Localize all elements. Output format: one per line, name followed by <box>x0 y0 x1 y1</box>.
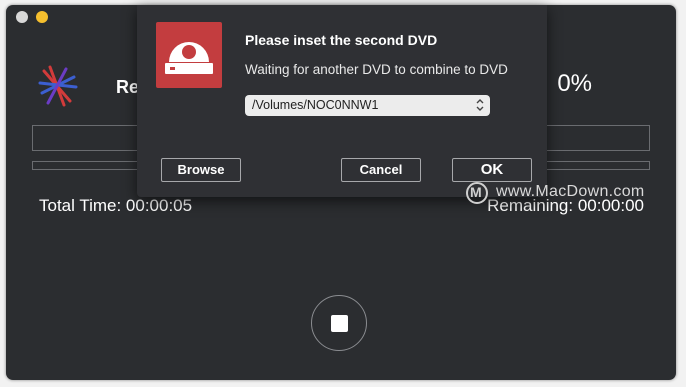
browse-button[interactable]: Browse <box>161 158 241 182</box>
progress-percent: 0% <box>557 70 592 97</box>
chevron-updown-icon <box>476 99 484 111</box>
dvd-drive-icon <box>156 22 222 88</box>
volume-select-value: /Volumes/NOC0NNW1 <box>252 98 379 112</box>
stop-button[interactable] <box>311 295 367 351</box>
dialog-title: Please inset the second DVD <box>245 32 438 48</box>
stop-icon <box>331 315 348 332</box>
status-label: Re <box>116 77 140 97</box>
watermark-logo-letter: M <box>470 184 482 200</box>
app-logo-icon <box>38 65 78 107</box>
insert-dvd-dialog: Please inset the second DVD Waiting for … <box>137 5 547 197</box>
ok-button[interactable]: OK <box>452 158 532 182</box>
cancel-button[interactable]: Cancel <box>341 158 421 182</box>
total-time: Total Time: 00:00:05 <box>39 196 193 215</box>
volume-select[interactable]: /Volumes/NOC0NNW1 <box>245 95 490 116</box>
close-window-button[interactable] <box>16 11 28 23</box>
minimize-window-button[interactable] <box>36 11 48 23</box>
watermark-text: www.MacDown.com <box>496 183 645 200</box>
dialog-message: Waiting for another DVD to combine to DV… <box>245 62 508 77</box>
